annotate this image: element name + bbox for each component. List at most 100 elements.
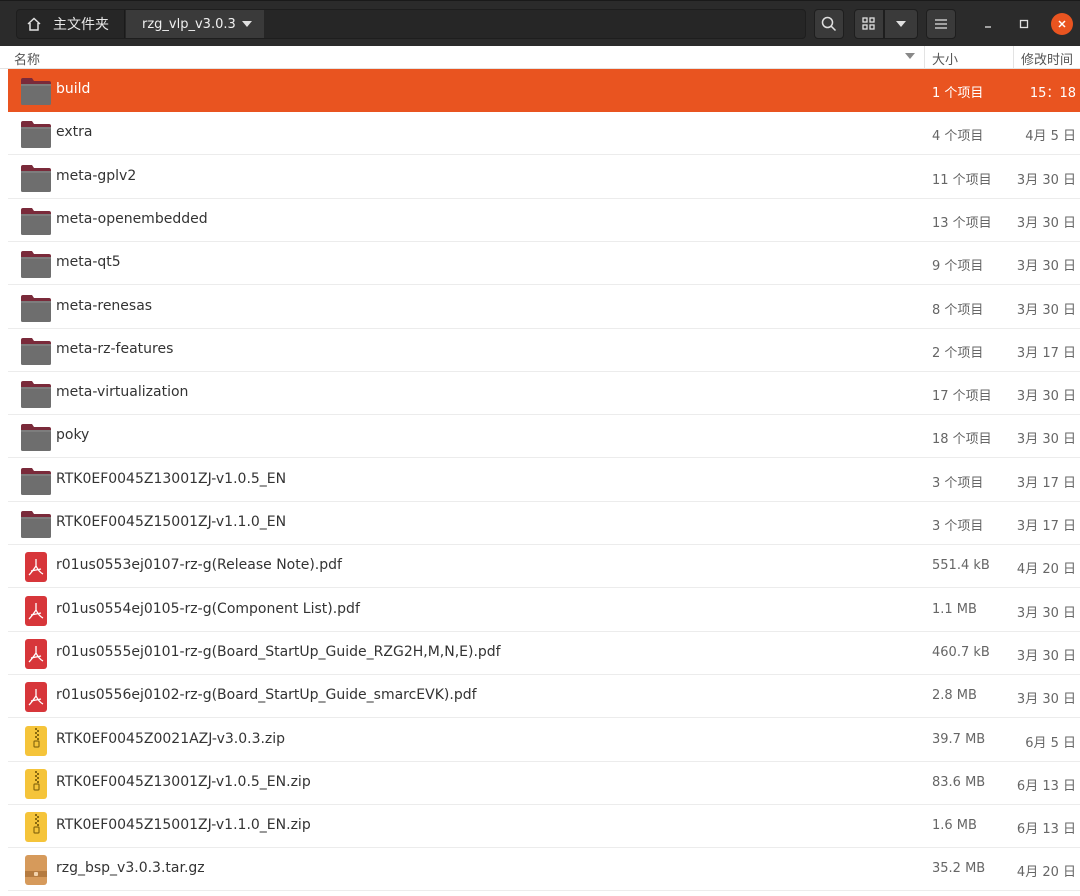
file-size: 1.6 MB: [932, 818, 977, 834]
header-bar: 主文件夹 rzg_vlp_v3.0.3: [0, 0, 1080, 46]
file-size: 2 个项目: [932, 345, 984, 361]
file-name: meta-qt5: [56, 254, 121, 271]
file-modified: 6月 5 日: [1025, 735, 1076, 751]
file-name: RTK0EF0045Z15001ZJ-v1.1.0_EN: [56, 514, 287, 530]
column-header: 名称 大小 修改时间: [0, 46, 1080, 69]
file-name: poky: [56, 427, 90, 444]
file-name: meta-openembedded: [56, 210, 208, 227]
file-row[interactable]: r01us0555ej0101-rz-g(Board_StartUp_Guide…: [8, 632, 1080, 675]
file-name: meta-rz-features: [56, 340, 174, 357]
close-icon: [1058, 20, 1066, 28]
file-size: 9 个项目: [932, 259, 984, 275]
file-name: r01us0554ej0105-rz-g(Component List).pdf: [56, 600, 360, 617]
chevron-down-icon: [242, 21, 252, 27]
folder-icon: [20, 379, 52, 409]
zip-file-icon: [20, 812, 52, 843]
file-size: 83.6 MB: [932, 774, 986, 790]
breadcrumb-home[interactable]: 主文件夹: [17, 10, 125, 38]
grid-view-icon: [862, 17, 875, 30]
file-row[interactable]: r01us0553ej0107-rz-g(Release Note).pdf 55…: [8, 545, 1080, 589]
file-name: meta-gplv2: [56, 167, 137, 184]
chevron-down-icon: [896, 21, 906, 27]
file-row[interactable]: RTK0EF0045Z13001ZJ-v1.0.5_EN.zip 83.6 MB 6…: [8, 762, 1080, 805]
column-name[interactable]: 名称: [14, 49, 40, 68]
file-size: 460.7 kB: [932, 644, 990, 660]
file-size: 39.7 MB: [932, 731, 986, 747]
folder-icon: [20, 293, 52, 323]
file-modified: 4月 20 日: [1016, 562, 1076, 578]
view-options-button[interactable]: [884, 9, 918, 39]
file-row[interactable]: r01us0556ej0102-rz-g(Board_StartUp_Guide…: [8, 675, 1080, 719]
column-separator[interactable]: [924, 46, 925, 68]
file-row[interactable]: RTK0EF0045Z15001ZJ-v1.1.0_EN 3 个项目 3月 17 日: [8, 502, 1080, 545]
file-modified: 3月 30 日: [1016, 389, 1076, 405]
file-modified: 3月 17 日: [1016, 345, 1076, 361]
file-size: 35.2 MB: [932, 861, 986, 877]
minimize-button[interactable]: [977, 13, 999, 35]
close-button[interactable]: [1051, 13, 1073, 35]
menu-button[interactable]: [926, 9, 956, 39]
file-row[interactable]: poky 18 个项目 3月 30 日: [8, 415, 1080, 459]
file-row[interactable]: RTK0EF0045Z0021AZJ-v3.0.3.zip 39.7 MB 6月 5…: [8, 719, 1080, 762]
file-modified: 3月 30 日: [1016, 172, 1076, 188]
zip-file-icon: [20, 725, 52, 756]
file-row[interactable]: meta-qt5 9 个项目 3月 30 日: [8, 242, 1080, 286]
file-modified: 3月 30 日: [1016, 605, 1076, 621]
file-name: r01us0555ej0101-rz-g(Board_StartUp_Guide…: [56, 643, 501, 660]
file-name: meta-virtualization: [56, 384, 189, 401]
file-name: r01us0553ej0107-rz-g(Release Note).pdf: [56, 557, 342, 574]
file-name: RTK0EF0045Z13001ZJ-v1.0.5_EN: [56, 470, 287, 487]
file-row[interactable]: rzg_bsp_v3.0.3.tar.gz 35.2 MB 4月 20 日: [8, 848, 1080, 892]
file-modified: 6月 13 日: [1016, 822, 1076, 838]
file-name: build: [56, 81, 91, 97]
archive-file-icon: [20, 855, 52, 886]
breadcrumb-current[interactable]: rzg_vlp_v3.0.3: [126, 10, 264, 38]
folder-icon: [20, 422, 52, 452]
pdf-file-icon: [20, 552, 52, 583]
view-grid-button[interactable]: [854, 9, 884, 39]
file-size: 11 个项目: [932, 172, 992, 188]
file-row[interactable]: meta-renesas 8 个项目 3月 30 日: [8, 286, 1080, 329]
file-modified: 3月 17 日: [1016, 519, 1076, 534]
file-size: 4 个项目: [932, 129, 984, 145]
file-size: 3 个项目: [932, 475, 984, 491]
file-name: r01us0556ej0102-rz-g(Board_StartUp_Guide…: [56, 687, 477, 704]
file-modified: 3月 30 日: [1016, 215, 1076, 231]
column-modified[interactable]: 修改时间: [1021, 49, 1073, 68]
file-size: 1 个项目: [932, 86, 984, 101]
minimize-icon: [985, 26, 991, 28]
folder-icon: [20, 163, 52, 193]
file-size: 17 个项目: [932, 389, 992, 405]
file-row[interactable]: extra 4 个项目 4月 5 日: [8, 112, 1080, 156]
file-modified: 6月 13 日: [1016, 778, 1076, 794]
file-modified: 3月 17 日: [1016, 475, 1076, 491]
file-name: rzg_bsp_v3.0.3.tar.gz: [56, 860, 205, 877]
file-row[interactable]: meta-openembedded 13 个项目 3月 30 日: [8, 199, 1080, 242]
file-modified: 3月 30 日: [1016, 692, 1076, 708]
file-name: extra: [56, 124, 93, 141]
file-modified: 3月 30 日: [1016, 259, 1076, 275]
zip-file-icon: [20, 768, 52, 799]
file-row[interactable]: RTK0EF0045Z15001ZJ-v1.1.0_EN.zip 1.6 MB 6月…: [8, 805, 1080, 849]
file-modified: 15：18: [1029, 86, 1076, 101]
sort-descending-icon[interactable]: [905, 53, 915, 59]
file-row[interactable]: meta-gplv2 11 个项目 3月 30 日: [8, 156, 1080, 199]
file-name: RTK0EF0045Z0021AZJ-v3.0.3.zip: [56, 730, 286, 747]
maximize-button[interactable]: [1013, 13, 1035, 35]
file-row[interactable]: RTK0EF0045Z13001ZJ-v1.0.5_EN 3 个项目 3月 17 日: [8, 459, 1080, 502]
file-size: 551.4 kB: [932, 558, 990, 574]
search-button[interactable]: [814, 9, 844, 39]
breadcrumb-home-label: 主文件夹: [53, 17, 109, 33]
column-size[interactable]: 大小: [932, 49, 958, 68]
folder-icon: [20, 76, 52, 106]
file-modified: 4月 5 日: [1025, 129, 1076, 145]
file-modified: 4月 20 日: [1016, 865, 1076, 881]
column-separator[interactable]: [1013, 46, 1014, 68]
file-size: 2.8 MB: [932, 688, 977, 704]
file-row[interactable]: meta-rz-features 2 个项目 3月 17 日: [8, 329, 1080, 372]
file-row[interactable]: build 1 个项目 15：18: [8, 69, 1080, 112]
file-row[interactable]: meta-virtualization 17 个项目 3月 30 日: [8, 372, 1080, 416]
folder-icon: [20, 206, 52, 236]
file-name: meta-renesas: [56, 297, 153, 314]
file-row[interactable]: r01us0554ej0105-rz-g(Component List).pdf…: [8, 589, 1080, 632]
